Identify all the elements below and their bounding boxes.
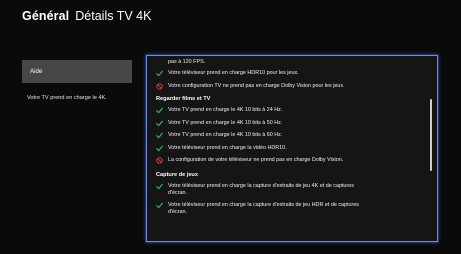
checkmark-icon [156,183,168,190]
left-panel: Aide [22,60,132,83]
list-item: Votre configuration TV ne prend pas en c… [156,80,427,93]
list-item-text: pas à 120 FPS. [168,59,206,65]
checkmark-icon [156,107,168,114]
prohibited-icon [156,157,168,164]
details-panel[interactable]: pas à 120 FPS. Votre téléviseur prend en… [146,55,438,242]
list-item: Votre TV prend en charge le 4K 10 bits à… [156,104,427,117]
section-heading-capture: Capture de jeux [156,171,198,178]
list-item: Votre téléviseur prend en charge la vidé… [156,142,427,155]
section-title: Général [22,9,70,23]
list-item-text-cont: d'écran. [168,208,188,215]
help-button[interactable]: Aide [22,60,132,83]
list-item: Votre téléviseur prend en charge HDR10 p… [156,67,427,80]
list-item: Votre téléviseur prend en charge la capt… [156,180,427,199]
support-summary: Votre TV prend en charge le 4K. [27,95,107,101]
checkmark-icon [156,70,168,77]
section-heading-movies: Regarder films et TV [156,96,211,102]
tv-details-screen: Général Détails TV 4K Aide Votre TV pren… [0,0,461,254]
checkmark-icon [156,202,168,209]
list-item-text: Votre téléviseur prend en charge la capt… [168,201,360,208]
list-item-text: Votre téléviseur prend en charge la capt… [168,182,354,189]
prohibited-icon [156,82,168,90]
list-item-text: Votre TV prend en charge le 4K 10 bits à… [168,119,283,126]
list-item: Votre téléviseur prend en charge la capt… [156,199,427,218]
details-list: pas à 120 FPS. Votre téléviseur prend en… [147,56,437,241]
list-item: Votre TV prend en charge le 4K 10 bits à… [156,117,427,130]
list-item-text: La configuration de votre téléviseur ne … [168,157,344,163]
list-item-text-cont: d'écran. [168,189,188,196]
page-header: Général Détails TV 4K [22,9,151,23]
list-item: La configuration de votre téléviseur ne … [156,154,427,167]
list-item-text: Votre TV prend en charge le 4K 10 bits à… [168,132,283,138]
checkmark-icon [156,132,168,139]
checkmark-icon [156,145,168,152]
list-item-text: Votre TV prend en charge le 4K 10 bits à… [168,107,283,113]
list-item-cut: pas à 120 FPS. [156,59,427,67]
checkmark-icon [156,120,168,127]
list-item: Votre TV prend en charge le 4K 10 bits à… [156,129,427,142]
page-title: Détails TV 4K [75,9,152,23]
scrollbar[interactable] [430,99,432,171]
list-item-text: Votre téléviseur prend en charge HDR10 p… [168,70,299,76]
list-item-text: Votre téléviseur prend en charge la vidé… [168,144,287,151]
list-item-text: Votre configuration TV ne prend pas en c… [168,82,345,89]
